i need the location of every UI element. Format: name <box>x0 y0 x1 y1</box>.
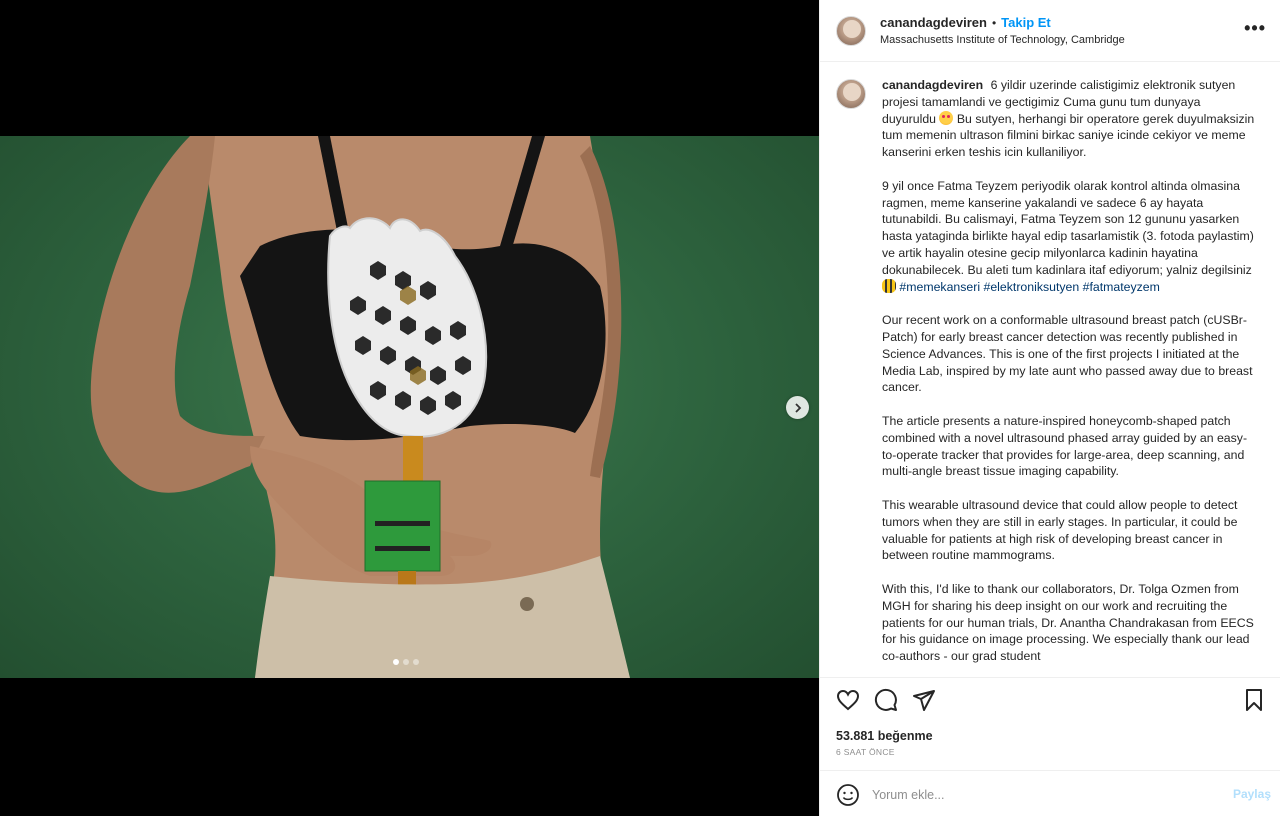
caption-p2: 9 yil once Fatma Teyzem periyodik olarak… <box>882 178 1254 277</box>
like-heart-icon[interactable] <box>836 688 860 712</box>
next-slide-button[interactable] <box>786 396 809 419</box>
emoji-picker-icon[interactable] <box>836 783 860 807</box>
media-viewer <box>0 0 819 816</box>
post-time[interactable]: 6 SAAT ÖNCE <box>836 747 895 757</box>
photo-illustration <box>90 136 630 678</box>
username-link[interactable]: canandagdeviren <box>880 15 987 30</box>
avatar[interactable] <box>836 79 866 109</box>
more-options-icon[interactable]: ••• <box>1244 18 1266 39</box>
caption-username[interactable]: canandagdeviren <box>882 78 983 92</box>
comment-icon[interactable] <box>874 688 898 712</box>
post-comment-button[interactable]: Paylaş <box>1233 787 1271 801</box>
location-link[interactable]: Massachusetts Institute of Technology, C… <box>880 34 1125 46</box>
comment-input[interactable] <box>872 783 1212 807</box>
avatar[interactable] <box>836 15 866 46</box>
caption-p4: The article presents a nature-inspired h… <box>882 413 1248 479</box>
caption-p3: Our recent work on a conformable ultraso… <box>882 313 1253 395</box>
carousel-dot <box>403 659 409 665</box>
carousel-dot <box>413 659 419 665</box>
hashtag-link[interactable]: #memekanseri <box>899 280 980 294</box>
bee-emoji-icon <box>882 278 896 293</box>
share-icon[interactable] <box>912 688 936 712</box>
post-photo[interactable] <box>0 136 819 678</box>
comment-bar: Paylaş <box>820 770 1280 816</box>
heart-eyes-emoji-icon <box>939 110 954 125</box>
header-text: canandagdeviren • Takip Et Massachusetts… <box>880 15 1125 46</box>
caption-row: canandagdeviren 6 yildir uzerinde calist… <box>836 77 1265 677</box>
carousel-dots <box>393 659 419 665</box>
likes-count[interactable]: 53.881 beğenme <box>836 729 933 743</box>
caption-text: canandagdeviren 6 yildir uzerinde calist… <box>882 77 1257 677</box>
follow-button[interactable]: Takip Et <box>1001 15 1051 30</box>
actions-section: 53.881 beğenme 6 SAAT ÖNCE Paylaş <box>820 677 1280 816</box>
carousel-dot <box>393 659 399 665</box>
caption-scroll-area[interactable]: canandagdeviren 6 yildir uzerinde calist… <box>820 63 1280 677</box>
hashtag-link[interactable]: #fatmateyzem <box>1083 280 1160 294</box>
separator-dot: • <box>991 15 997 30</box>
caption-p1-part2: Bu sutyen, herhangi bir operatore gerek … <box>882 111 1255 160</box>
post-header: canandagdeviren • Takip Et Massachusetts… <box>820 0 1280 62</box>
header-line: canandagdeviren • Takip Et <box>880 15 1125 30</box>
action-icons <box>836 688 1266 714</box>
hashtag-link[interactable]: #elektroniksutyen <box>984 280 1080 294</box>
caption-p5: This wearable ultrasound device that cou… <box>882 497 1238 563</box>
caption-p6: With this, I'd like to thank our collabo… <box>882 581 1254 664</box>
save-bookmark-icon[interactable] <box>1242 688 1266 712</box>
post-panel: canandagdeviren • Takip Et Massachusetts… <box>819 0 1280 816</box>
chevron-right-icon <box>794 402 801 413</box>
